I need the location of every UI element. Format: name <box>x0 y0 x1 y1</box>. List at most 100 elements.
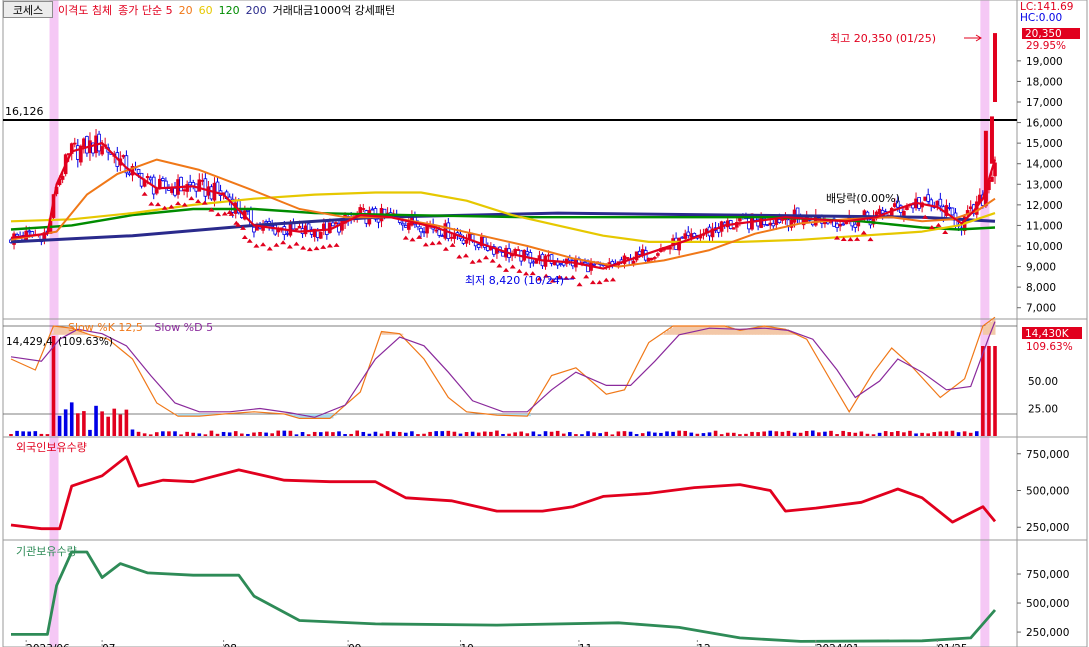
volume-bar <box>185 431 189 436</box>
volume-bar <box>452 431 457 436</box>
candle-body <box>154 189 159 194</box>
reference-line-label: 16,126 <box>5 105 44 118</box>
candle-body <box>592 263 596 266</box>
volume-max-pct: (109.63%) <box>58 336 113 348</box>
signal-arrow <box>503 267 510 272</box>
volume-bar <box>276 430 281 436</box>
stoch-overbought-fill <box>742 329 747 335</box>
signal-arrow <box>280 240 287 245</box>
candle-body <box>546 254 551 257</box>
volume-bar <box>458 433 463 436</box>
volume-bar <box>288 430 293 436</box>
stoch-overbought-fill <box>745 329 750 335</box>
signal-arrow <box>175 201 182 206</box>
candle-body <box>656 253 660 256</box>
candle-body <box>27 230 32 233</box>
candle-body <box>148 177 153 181</box>
stoch-d-legend: Slow %D 5 <box>154 321 214 334</box>
candle-body <box>72 142 77 145</box>
volume-bar <box>191 432 196 436</box>
volume-bar <box>476 432 481 436</box>
stoch-line-1 <box>10 321 996 418</box>
volume-bar <box>215 433 220 436</box>
stoch-axis-label: 50.00 <box>1028 376 1058 388</box>
candle-body <box>838 223 842 227</box>
volume-bar <box>501 433 505 436</box>
candle-body <box>15 234 19 237</box>
candle-body <box>182 189 186 192</box>
signal-arrow <box>576 282 583 287</box>
legend-item-1: 종가 단순 5 <box>118 4 173 17</box>
candle-body <box>968 206 973 210</box>
candle-body <box>926 194 930 202</box>
candle-body <box>692 232 697 237</box>
signal-arrow <box>609 277 616 282</box>
volume-bar <box>798 432 803 436</box>
foreign-holding-axis-label: 500,000 <box>1026 486 1069 498</box>
volume-bar <box>835 434 839 436</box>
signal-arrow <box>860 230 867 235</box>
candle-body <box>501 252 505 257</box>
candle-body <box>161 178 165 181</box>
volume-bar <box>154 432 159 436</box>
candle-body <box>127 172 132 175</box>
candle-body <box>264 221 268 224</box>
volume-bar <box>416 434 420 436</box>
volume-bar <box>9 434 13 436</box>
candle-body <box>513 249 517 255</box>
signal-arrow <box>266 246 273 251</box>
candle-body <box>558 263 563 265</box>
candle-body <box>200 180 205 182</box>
volume-bar <box>142 433 147 436</box>
candle-body <box>434 229 438 232</box>
candle-body <box>841 223 845 226</box>
stoch-overbought-fill <box>770 326 774 335</box>
volume-bar <box>227 432 232 436</box>
volume-bar <box>810 430 815 436</box>
volume-bar <box>628 431 633 436</box>
stoch-oversold-fill <box>323 414 328 419</box>
volume-bar <box>956 432 961 436</box>
stoch-overbought-fill <box>721 326 726 335</box>
high-price-note: 최고 20,350 (01/25) <box>830 32 936 45</box>
volume-bar <box>337 431 341 436</box>
volume-bar <box>792 432 797 436</box>
candle-body <box>422 231 426 234</box>
volume-bar <box>391 431 396 436</box>
signal-arrow <box>154 202 161 207</box>
signal-arrow <box>326 243 333 248</box>
volume-bar <box>519 431 524 436</box>
volume-bar <box>246 433 250 436</box>
signal-arrow <box>286 244 293 249</box>
volume-bar <box>719 434 724 436</box>
candle-body <box>686 231 691 236</box>
candle-body <box>334 222 338 225</box>
price-axis-label: 19,000 <box>1026 56 1063 68</box>
volume-bar <box>659 432 663 436</box>
candle-body <box>950 207 955 216</box>
signal-arrow <box>496 263 503 268</box>
foreign-panel-frame <box>2 436 1088 541</box>
volume-bar <box>804 430 809 436</box>
stoch-current-pct: 109.63% <box>1026 341 1073 353</box>
volume-bar <box>27 431 32 436</box>
candle-body <box>82 138 86 148</box>
candle-body <box>938 198 943 207</box>
signal-arrow <box>293 241 300 246</box>
volume-bar <box>513 432 517 436</box>
signal-arrow <box>935 222 942 227</box>
price-axis-label: 13,000 <box>1026 179 1063 191</box>
volume-bar <box>531 431 536 436</box>
volume-bar <box>689 432 694 436</box>
price-axis-label: 8,000 <box>1026 282 1056 294</box>
candle-body <box>215 181 220 193</box>
volume-bar <box>112 408 117 436</box>
market-select-button[interactable]: 코세스 <box>3 1 53 18</box>
stoch-overbought-fill <box>676 326 680 335</box>
volume-bar <box>665 431 669 436</box>
candle-body <box>273 224 278 235</box>
volume-bar <box>677 430 681 436</box>
foreign-holding-title: 외국인보유수량 <box>16 441 87 454</box>
candle-body <box>476 244 481 248</box>
candle-body <box>640 249 645 255</box>
